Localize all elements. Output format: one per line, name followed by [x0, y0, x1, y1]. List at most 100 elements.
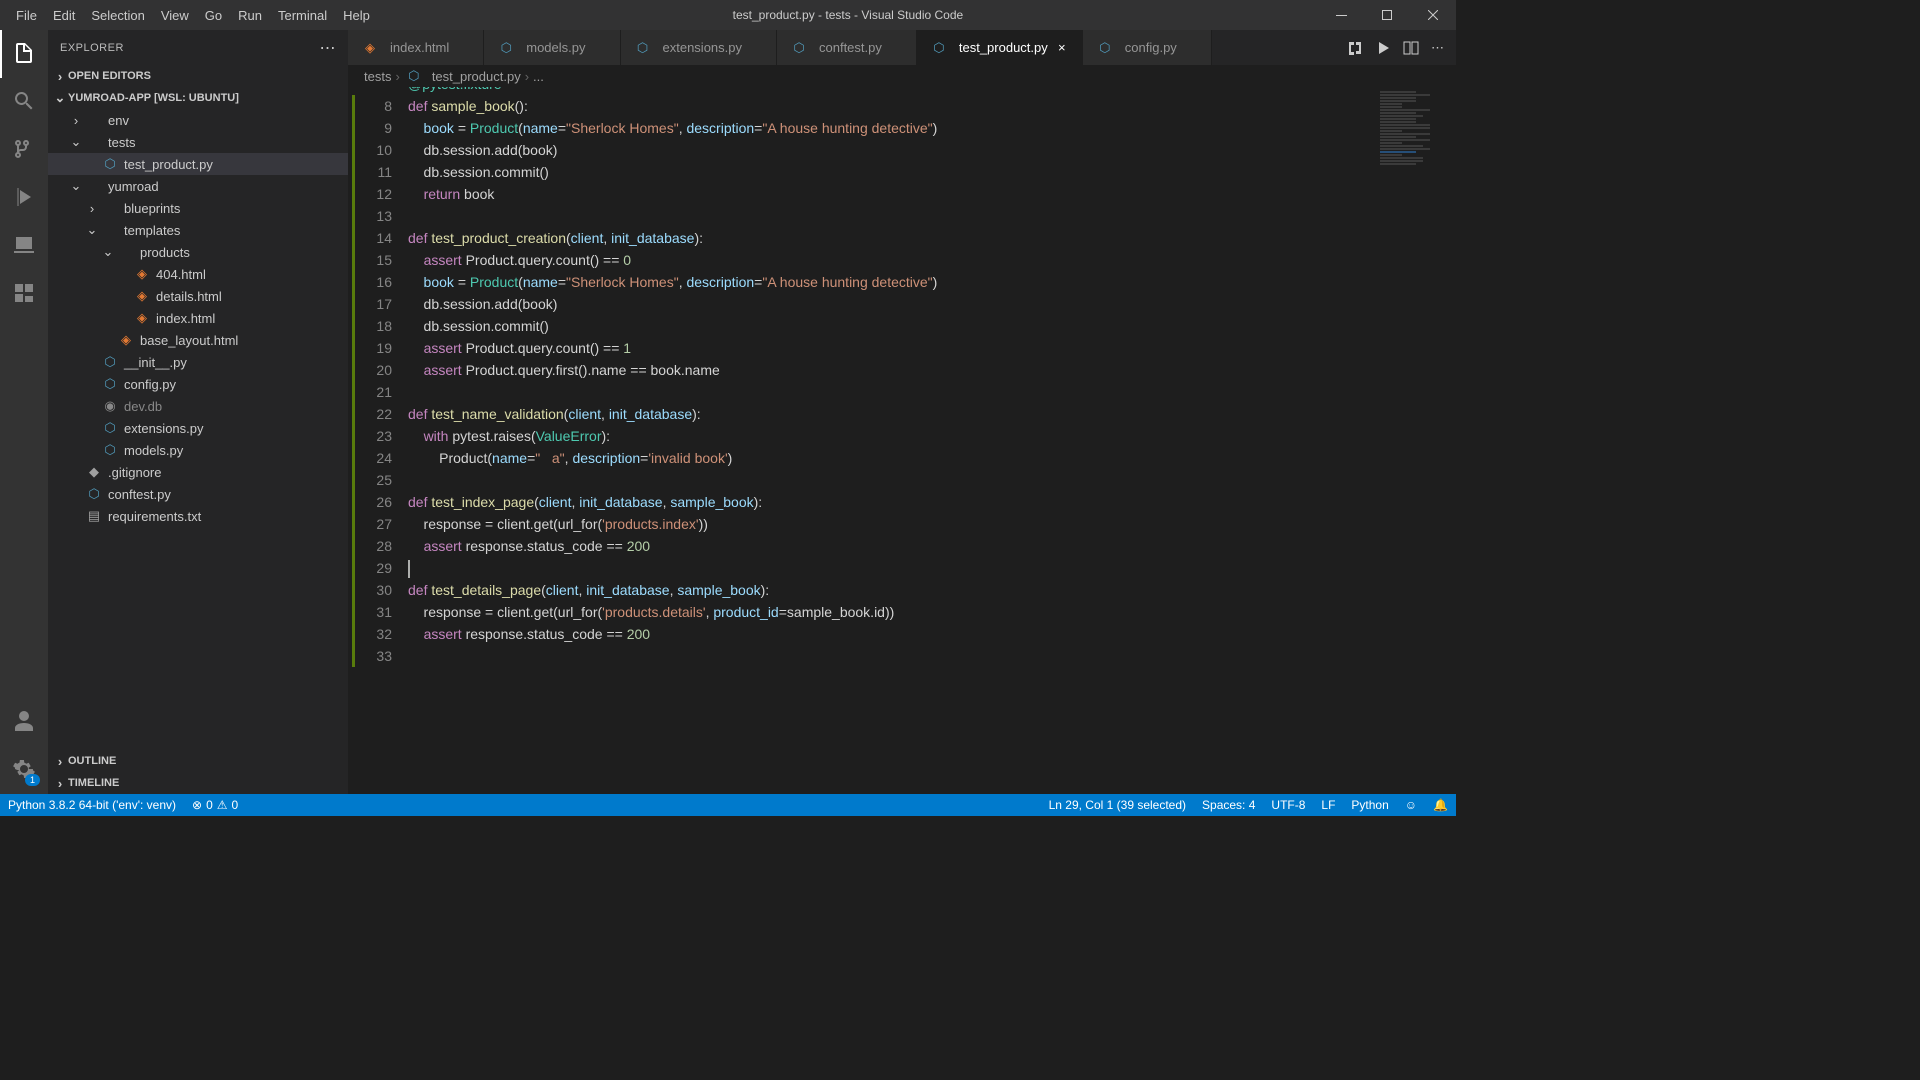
file-404-html[interactable]: ◈404.html: [48, 263, 348, 285]
tab-conftest[interactable]: ⬡conftest.py×: [777, 30, 917, 65]
tree-label: extensions.py: [124, 421, 204, 436]
chevron-right-icon: ›: [52, 69, 68, 84]
status-eol[interactable]: LF: [1313, 798, 1343, 812]
tree-label: blueprints: [124, 201, 180, 216]
tab-test-product[interactable]: ⬡test_product.py×: [917, 30, 1083, 65]
python-icon: ⬡: [496, 40, 516, 56]
file-gitignore[interactable]: ◆.gitignore: [48, 461, 348, 483]
workspace-section[interactable]: ⌄ YUMROAD-APP [WSL: UBUNTU]: [48, 87, 348, 109]
sidebar-more-icon[interactable]: ⋯: [320, 38, 337, 58]
open-editors-section[interactable]: › OPEN EDITORS: [48, 65, 348, 87]
folder-blueprints[interactable]: ›blueprints: [48, 197, 348, 219]
chevron-right-icon: ›: [68, 113, 84, 128]
split-editor-icon[interactable]: [1403, 40, 1419, 56]
tab-models[interactable]: ⬡models.py×: [484, 30, 620, 65]
chevron-down-icon: ⌄: [68, 134, 84, 150]
close-button[interactable]: [1410, 0, 1456, 30]
sidebar: EXPLORER ⋯ › OPEN EDITORS ⌄ YUMROAD-APP …: [48, 30, 348, 794]
status-python-interpreter[interactable]: Python 3.8.2 64-bit ('env': venv): [0, 794, 184, 816]
file-test-product[interactable]: ⬡test_product.py: [48, 153, 348, 175]
activity-extensions[interactable]: [0, 270, 48, 318]
tab-index-html[interactable]: ◈index.html×: [348, 30, 484, 65]
status-encoding[interactable]: UTF-8: [1263, 798, 1313, 812]
html-icon: ◈: [132, 288, 152, 304]
tree-label: env: [108, 113, 129, 128]
tree-label: templates: [124, 223, 180, 238]
tab-config[interactable]: ⬡config.py×: [1083, 30, 1212, 65]
menu-view[interactable]: View: [153, 4, 197, 27]
activity-remote[interactable]: [0, 222, 48, 270]
tab-label: conftest.py: [819, 40, 882, 55]
breadcrumb-item[interactable]: tests: [364, 69, 391, 84]
file-extensions[interactable]: ⬡extensions.py: [48, 417, 348, 439]
compare-changes-icon[interactable]: [1347, 40, 1363, 56]
status-language[interactable]: Python: [1343, 798, 1396, 812]
chevron-down-icon: ⌄: [84, 222, 100, 238]
menu-file[interactable]: File: [8, 4, 45, 27]
folder-products[interactable]: ⌄ products: [48, 241, 348, 263]
activity-settings[interactable]: 1: [0, 746, 48, 794]
file-details-html[interactable]: ◈details.html: [48, 285, 348, 307]
folder-yumroad[interactable]: ⌄yumroad: [48, 175, 348, 197]
activity-run-debug[interactable]: [0, 174, 48, 222]
file-models[interactable]: ⬡models.py: [48, 439, 348, 461]
tree-label: requirements.txt: [108, 509, 201, 524]
status-cursor-position[interactable]: Ln 29, Col 1 (39 selected): [1041, 798, 1194, 812]
folder-tests[interactable]: ⌄tests: [48, 131, 348, 153]
breadcrumbs[interactable]: tests › ⬡ test_product.py › ...: [348, 65, 1456, 87]
folder-env[interactable]: › env: [48, 109, 348, 131]
close-icon[interactable]: ×: [1054, 40, 1070, 56]
status-feedback[interactable]: ☺: [1397, 798, 1425, 812]
menu-terminal[interactable]: Terminal: [270, 4, 335, 27]
file-init[interactable]: ⬡__init__.py: [48, 351, 348, 373]
minimap[interactable]: [1376, 87, 1456, 794]
python-icon: ⬡: [100, 156, 120, 172]
python-icon: ⬡: [404, 68, 424, 84]
tree-label: products: [140, 245, 190, 260]
python-icon: ⬡: [100, 442, 120, 458]
breadcrumb-more[interactable]: ...: [533, 69, 544, 84]
outline-section[interactable]: › OUTLINE: [48, 750, 348, 772]
code-content[interactable]: @pytest.fixturedef sample_book(): book =…: [408, 87, 1376, 794]
menu-run[interactable]: Run: [230, 4, 270, 27]
error-count: 0: [206, 798, 213, 812]
folder-templates[interactable]: ⌄ templates: [48, 219, 348, 241]
timeline-label: TIMELINE: [68, 777, 119, 789]
tab-extensions[interactable]: ⬡extensions.py×: [621, 30, 778, 65]
run-file-icon[interactable]: [1375, 40, 1391, 56]
python-icon: ⬡: [100, 376, 120, 392]
file-index-html[interactable]: ◈index.html: [48, 307, 348, 329]
menu-edit[interactable]: Edit: [45, 4, 83, 27]
sidebar-title: EXPLORER: [60, 42, 124, 54]
minimize-button[interactable]: [1318, 0, 1364, 30]
html-icon: ◈: [116, 332, 136, 348]
maximize-button[interactable]: [1364, 0, 1410, 30]
menu-help[interactable]: Help: [335, 4, 378, 27]
file-base-layout[interactable]: ◈base_layout.html: [48, 329, 348, 351]
menu-selection[interactable]: Selection: [83, 4, 152, 27]
activity-accounts[interactable]: [0, 698, 48, 746]
sidebar-header: EXPLORER ⋯: [48, 30, 348, 65]
chevron-down-icon: ⌄: [100, 244, 116, 260]
file-tree: › env ⌄tests ⬡test_product.py ⌄yumroad ›b…: [48, 109, 348, 750]
file-conftest[interactable]: ⬡conftest.py: [48, 483, 348, 505]
html-icon: ◈: [132, 310, 152, 326]
code-editor[interactable]: 8910111213141516171819202122232425262728…: [348, 87, 1456, 794]
activity-search[interactable]: [0, 78, 48, 126]
more-actions-icon[interactable]: ⋯: [1431, 40, 1444, 56]
activity-source-control[interactable]: [0, 126, 48, 174]
file-devdb[interactable]: ◉dev.db: [48, 395, 348, 417]
file-config[interactable]: ⬡ config.py: [48, 373, 348, 395]
status-notifications[interactable]: 🔔: [1425, 798, 1456, 812]
tree-label: config.py: [124, 377, 176, 392]
file-requirements[interactable]: ▤ requirements.txt: [48, 505, 348, 527]
editor-area: ◈index.html× ⬡models.py× ⬡extensions.py×…: [348, 30, 1456, 794]
activity-explorer[interactable]: [0, 30, 48, 78]
menu-go[interactable]: Go: [197, 4, 230, 27]
breadcrumb-item[interactable]: test_product.py: [432, 69, 521, 84]
timeline-section[interactable]: › TIMELINE: [48, 772, 348, 794]
text-icon: ▤: [84, 508, 104, 524]
gitignore-icon: ◆: [84, 464, 104, 480]
status-indentation[interactable]: Spaces: 4: [1194, 798, 1263, 812]
status-problems[interactable]: ⊗0 ⚠0: [184, 794, 246, 816]
